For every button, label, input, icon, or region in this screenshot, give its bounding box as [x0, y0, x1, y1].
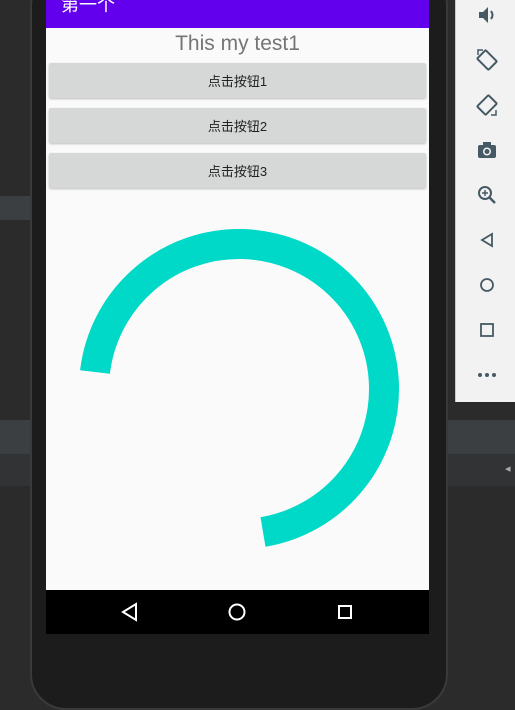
zoom-in-icon[interactable]: [474, 182, 500, 208]
camera-icon[interactable]: [474, 137, 500, 163]
rotate-right-icon[interactable]: [474, 92, 500, 118]
home-icon[interactable]: [474, 272, 500, 298]
recents-square-icon[interactable]: [331, 598, 359, 626]
progress-arc: [80, 229, 399, 547]
ide-left-panel: [0, 0, 30, 689]
click-button-2[interactable]: 点击按钮2: [49, 108, 426, 143]
rotate-left-icon[interactable]: [474, 47, 500, 73]
device-screen: 第一个 This my test1 点击按钮1 点击按钮2 点击按钮3: [46, 0, 429, 634]
emulator-toolbar: [455, 0, 515, 402]
more-icon[interactable]: [474, 362, 500, 388]
panel-resize-icon[interactable]: ◂: [505, 462, 511, 475]
android-nav-bar: [46, 590, 429, 634]
volume-icon[interactable]: [474, 2, 500, 28]
click-button-1[interactable]: 点击按钮1: [49, 63, 426, 98]
progress-ring: [80, 229, 399, 547]
back-triangle-icon[interactable]: [116, 598, 144, 626]
ide-panel-strip: [0, 196, 30, 220]
app-title: 第一个: [61, 0, 115, 16]
overview-icon[interactable]: [474, 317, 500, 343]
back-icon[interactable]: [474, 227, 500, 253]
page-title: This my test1: [175, 32, 300, 55]
home-circle-icon[interactable]: [223, 598, 251, 626]
click-button-3[interactable]: 点击按钮3: [49, 153, 426, 188]
app-bar: 第一个: [46, 0, 429, 28]
